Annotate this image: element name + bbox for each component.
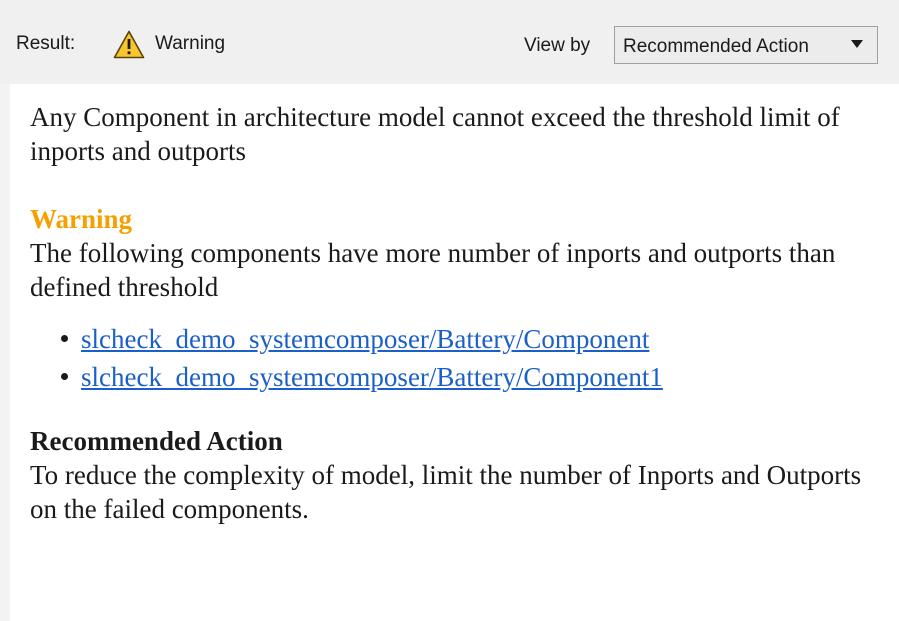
left-edge-divider [0, 84, 10, 621]
view-by-selected-value: Recommended Action [623, 36, 809, 57]
recommended-action-text: To reduce the complexity of model, limit… [30, 460, 862, 524]
failed-component-list: slcheck_demo_systemcomposer/Battery/Comp… [30, 320, 890, 396]
check-description: Any Component in architecture model cann… [30, 102, 840, 166]
list-item: slcheck_demo_systemcomposer/Battery/Comp… [61, 358, 890, 396]
view-by-label: View by [524, 35, 591, 56]
result-status-text: Warning [155, 33, 226, 54]
component-link[interactable]: slcheck_demo_systemcomposer/Battery/Comp… [81, 324, 649, 354]
view-by-dropdown[interactable]: Recommended Action [614, 26, 878, 64]
check-report: Any Component in architecture model cann… [30, 100, 890, 526]
status-heading: Warning [30, 204, 133, 234]
result-label: Result: [16, 33, 76, 54]
status-description: The following components have more numbe… [30, 238, 836, 302]
component-link[interactable]: slcheck_demo_systemcomposer/Battery/Comp… [81, 362, 663, 392]
warning-triangle-icon [113, 30, 145, 59]
result-header: Result: Warning View by Recommended Acti… [0, 0, 899, 84]
bullet-icon [61, 373, 68, 380]
list-item: slcheck_demo_systemcomposer/Battery/Comp… [61, 320, 890, 358]
recommended-action-heading: Recommended Action [30, 426, 283, 456]
chevron-down-icon [851, 40, 863, 48]
bullet-icon [61, 335, 68, 342]
